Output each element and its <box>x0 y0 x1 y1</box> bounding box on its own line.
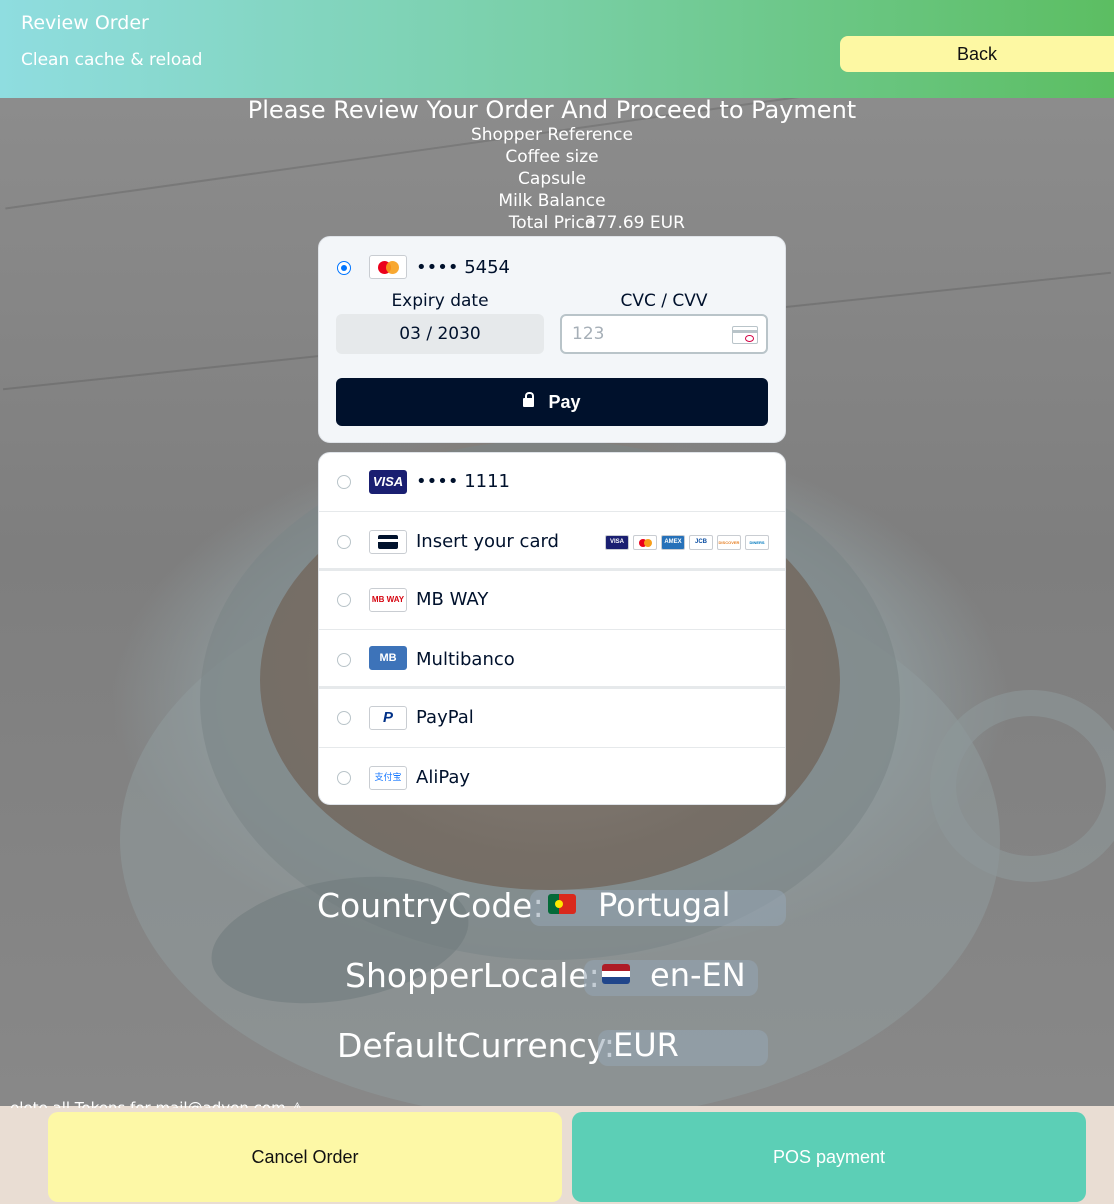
payment-method-multibanco[interactable]: MB Multibanco <box>319 629 785 689</box>
insert-card-radio[interactable] <box>337 535 351 549</box>
cvc-input[interactable] <box>570 323 724 345</box>
pay-button[interactable]: Pay <box>336 378 768 426</box>
payment-methods-list: VISA •••• 1111 Insert your card VISA AME… <box>318 452 786 805</box>
mbway-icon: MB WAY <box>369 588 407 612</box>
cancel-order-button[interactable]: Cancel Order <box>48 1112 562 1202</box>
total-price-value: 377.69 EUR <box>585 213 685 233</box>
alipay-radio[interactable] <box>337 771 351 785</box>
multibanco-label: Multibanco <box>416 649 515 670</box>
country-code-label: CountryCode: <box>317 886 544 925</box>
portugal-flag-icon <box>548 894 576 914</box>
coffee-size-label: Coffee size <box>505 147 599 167</box>
alipay-label: AliPay <box>416 767 471 788</box>
multibanco-icon: MB <box>369 646 407 670</box>
page-title: Review Order <box>21 12 149 34</box>
payment-method-visa[interactable]: VISA •••• 1111 <box>319 453 785 512</box>
delete-tokens-link[interactable]: elete all Tokens for mail@adyen.com ⚠ <box>0 1094 390 1108</box>
header-bar: Review Order Clean cache & reload Back <box>0 0 1114 98</box>
paypal-icon: P <box>369 706 407 730</box>
diners-mini-icon: DINERS <box>745 535 769 550</box>
shopper-reference-label: Shopper Reference <box>470 125 633 145</box>
amex-mini-icon: AMEX <box>661 535 685 550</box>
card-cvc-icon <box>732 326 758 344</box>
default-currency-select[interactable]: EUR <box>598 1026 768 1066</box>
default-currency-value: EUR <box>613 1026 679 1064</box>
order-summary: Please Review Your Order And Proceed to … <box>0 96 1104 234</box>
paypal-radio[interactable] <box>337 711 351 725</box>
milk-balance-label: Milk Balance <box>498 191 606 211</box>
payment-method-insert-card[interactable]: Insert your card VISA AMEX JCB DISCOVER … <box>319 511 785 571</box>
cvc-field-wrapper[interactable] <box>560 314 768 354</box>
back-button[interactable]: Back <box>840 36 1114 72</box>
lock-icon <box>523 391 535 407</box>
selected-card-panel: •••• 5454 Expiry date CVC / CVV 03 / 203… <box>318 236 786 443</box>
country-code-select[interactable]: Portugal <box>530 886 786 926</box>
shopper-locale-value: en-EN <box>650 956 746 994</box>
shopper-locale-select[interactable]: en-EN <box>584 956 758 996</box>
expiry-date-label: Expiry date <box>391 291 489 311</box>
total-price-row: Total Price 377.69 EUR <box>0 212 1104 234</box>
default-currency-label: DefaultCurrency: <box>337 1026 615 1065</box>
expiry-date-field: 03 / 2030 <box>336 314 544 354</box>
capsule-label: Capsule <box>518 169 586 189</box>
clean-cache-reload-link[interactable]: Clean cache & reload <box>21 50 202 70</box>
mastercard-mini-icon <box>633 535 657 550</box>
discover-mini-icon: DISCOVER <box>717 535 741 550</box>
visa-card-number: •••• 1111 <box>416 471 510 492</box>
netherlands-flag-icon <box>602 964 630 984</box>
mbway-radio[interactable] <box>337 593 351 607</box>
visa-radio[interactable] <box>337 475 351 489</box>
jcb-mini-icon: JCB <box>689 535 713 550</box>
mastercard-number: •••• 5454 <box>416 257 510 278</box>
insert-card-label: Insert your card <box>416 531 559 552</box>
pos-payment-button[interactable]: POS payment <box>572 1112 1086 1202</box>
paypal-label: PayPal <box>416 707 474 728</box>
country-code-value: Portugal <box>598 886 731 924</box>
summary-heading: Please Review Your Order And Proceed to … <box>247 96 857 124</box>
visa-icon: VISA <box>369 470 407 494</box>
mbway-label: MB WAY <box>416 589 489 610</box>
payment-method-mbway[interactable]: MB WAY MB WAY <box>319 571 785 630</box>
payment-method-alipay[interactable]: 支付宝 AliPay <box>319 747 785 804</box>
credit-card-icon <box>369 530 407 554</box>
payment-method-paypal[interactable]: P PayPal <box>319 689 785 748</box>
multibanco-radio[interactable] <box>337 653 351 667</box>
mastercard-icon <box>369 255 407 279</box>
mastercard-radio[interactable] <box>337 261 351 275</box>
alipay-icon: 支付宝 <box>369 766 407 790</box>
shopper-locale-label: ShopperLocale: <box>345 956 600 995</box>
pay-button-label: Pay <box>548 391 581 412</box>
total-price-label: Total Price <box>508 213 596 233</box>
cvc-label: CVC / CVV <box>620 291 708 311</box>
visa-mini-icon: VISA <box>605 535 629 550</box>
